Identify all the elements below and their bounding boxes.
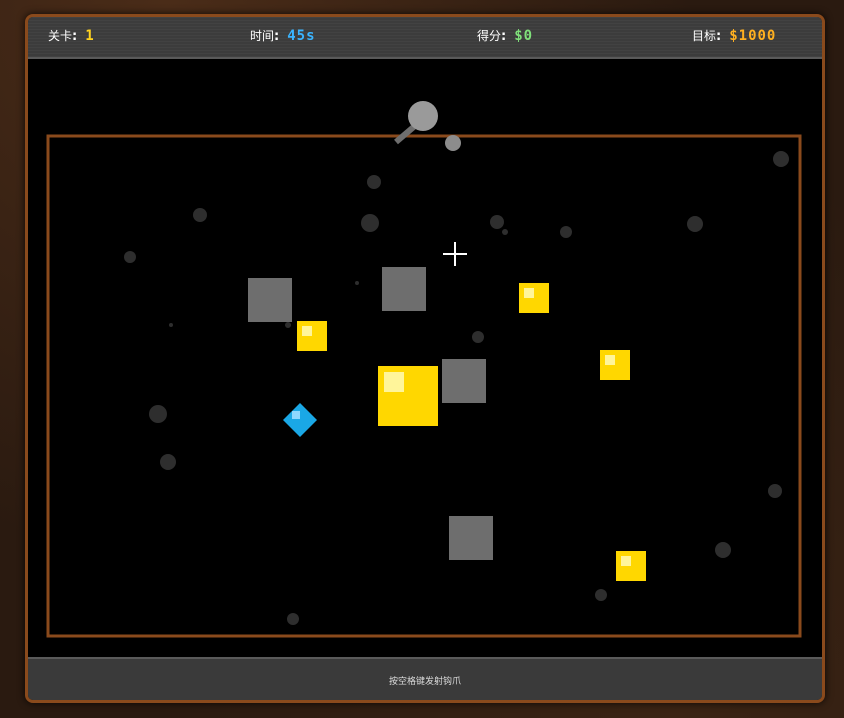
dust-particle	[287, 613, 299, 625]
game-frame: 关卡 : 1 时间 : 45s 得分 : $0 目标 : $1000 按空格键发…	[25, 14, 825, 703]
target-label: 目标	[692, 29, 717, 43]
rock	[449, 516, 493, 560]
gold-nugget-small	[600, 350, 630, 380]
dust-particle	[773, 151, 789, 167]
claw-pivot	[408, 101, 438, 131]
level-label: 关卡	[48, 29, 73, 43]
score-colon: :	[501, 29, 507, 44]
dust-particle	[560, 226, 572, 238]
dust-particle	[169, 323, 173, 327]
dust-particle	[768, 484, 782, 498]
crosshair-icon	[443, 242, 467, 266]
level-colon: :	[72, 29, 78, 44]
dust-particle	[490, 215, 504, 229]
playfield-canvas[interactable]	[28, 59, 822, 657]
hud-target: 目标 : $1000	[692, 27, 776, 44]
hud-level: 关卡 : 1	[48, 27, 95, 44]
dust-particle	[502, 229, 508, 235]
dust-particle	[715, 542, 731, 558]
hud-score: 得分 : $0	[477, 27, 533, 44]
score-value: $0	[514, 28, 534, 44]
playfield[interactable]	[28, 59, 822, 657]
rocks	[248, 267, 493, 560]
time-value: 45s	[287, 28, 316, 44]
hud-time: 时间 : 45s	[250, 27, 316, 44]
dust-particle	[687, 216, 703, 232]
dust-particle	[367, 175, 381, 189]
dust-particle	[285, 322, 291, 328]
rock	[248, 278, 292, 322]
dust-particle	[160, 454, 176, 470]
hud-bar: 关卡 : 1 时间 : 45s 得分 : $0 目标 : $1000	[28, 17, 822, 59]
gold-nugget-small	[297, 321, 327, 351]
dust-particle	[472, 331, 484, 343]
gold-nugget-large	[378, 366, 438, 426]
time-label: 时间	[250, 29, 275, 43]
rock	[442, 359, 486, 403]
claw-hook	[394, 101, 461, 151]
rock	[382, 267, 426, 311]
dust-particle	[355, 281, 359, 285]
diamond	[283, 403, 317, 437]
target-value: $1000	[729, 28, 777, 44]
dust-particle	[149, 405, 167, 423]
time-colon: :	[274, 29, 280, 44]
dust-particle	[361, 214, 379, 232]
dust-particle	[193, 208, 207, 222]
dust-particle	[124, 251, 136, 263]
level-value: 1	[85, 28, 95, 44]
score-label: 得分	[477, 29, 502, 43]
instruction-hint: 按空格键发射钩爪	[388, 677, 461, 687]
instruction-bar: 按空格键发射钩爪	[28, 657, 822, 700]
gold-nugget-small	[519, 283, 549, 313]
claw-head	[445, 135, 461, 151]
gold-nugget-small	[616, 551, 646, 581]
target-colon: :	[716, 29, 722, 44]
dust-particle	[595, 589, 607, 601]
